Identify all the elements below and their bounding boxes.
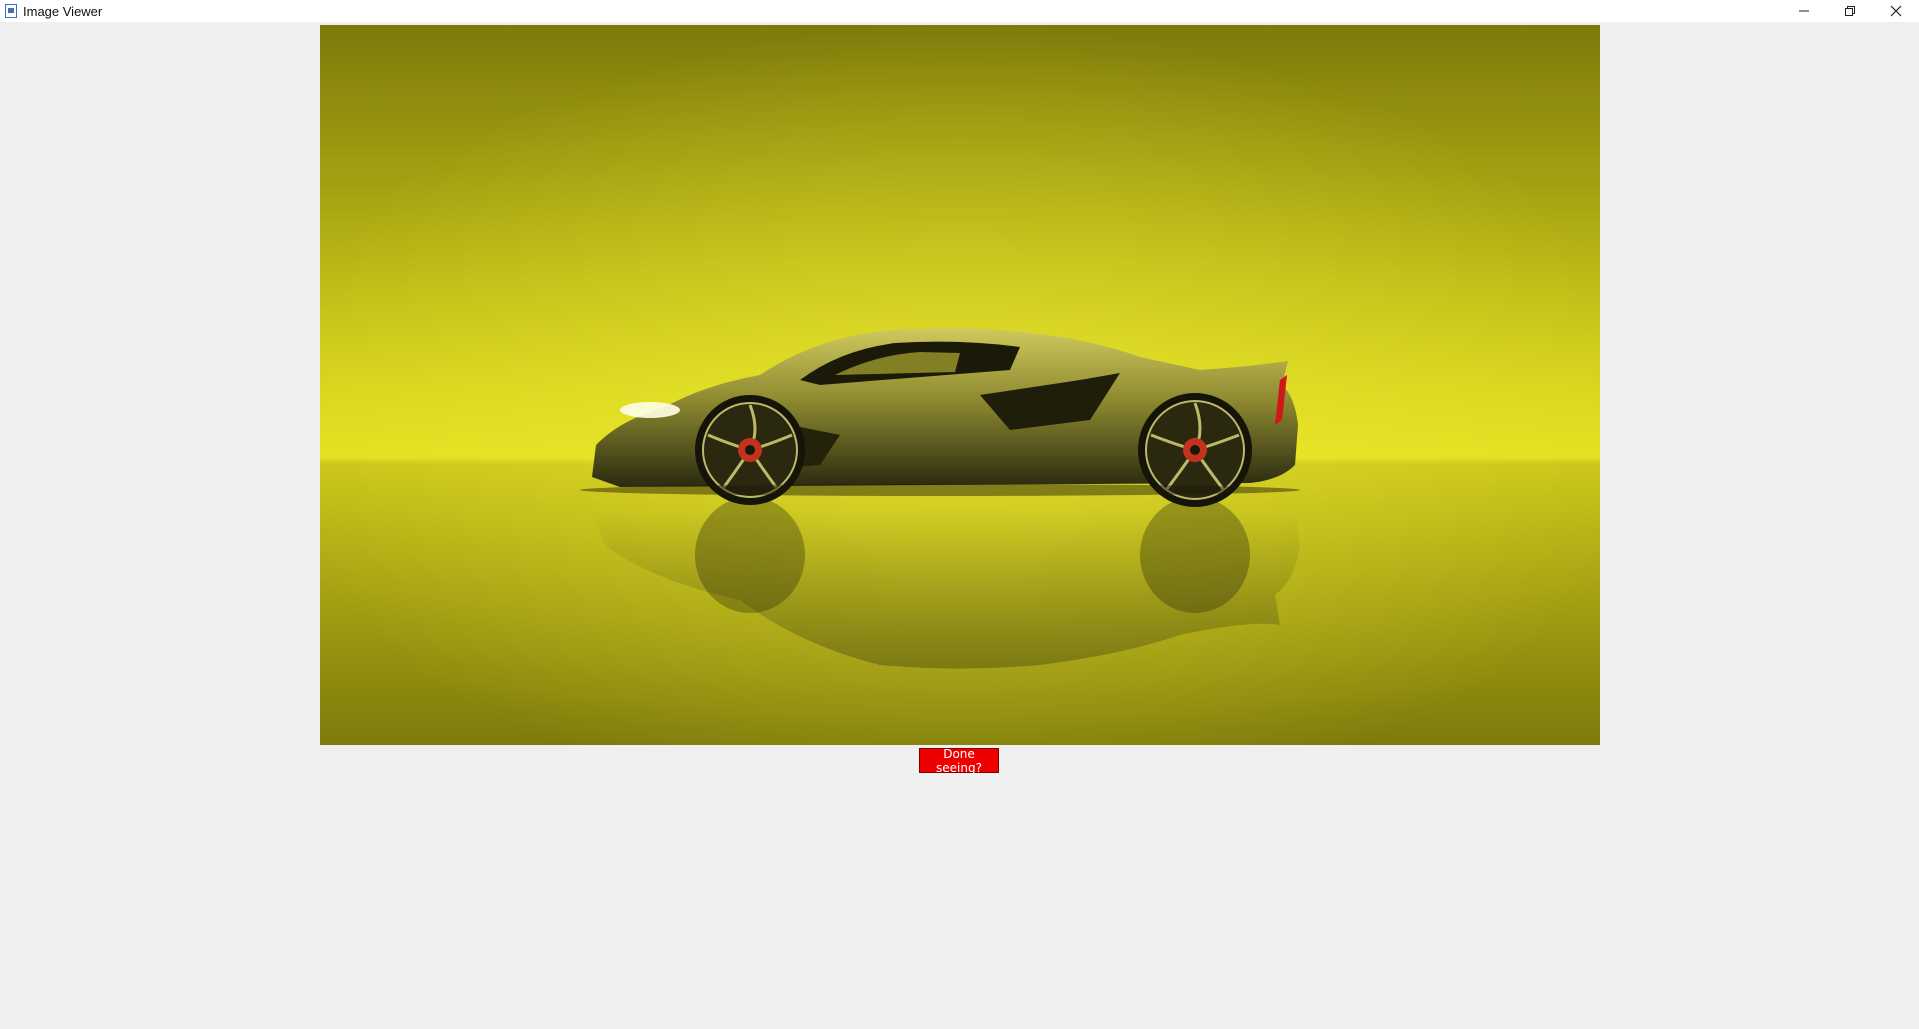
done-seeing-button[interactable]: Done seeing?	[919, 747, 999, 775]
window-controls	[1781, 0, 1919, 22]
displayed-image	[320, 25, 1600, 745]
minimize-icon[interactable]	[1781, 0, 1827, 22]
image-viewer-window: Image Viewer Done seeing?	[0, 0, 1919, 1029]
app-icon	[5, 4, 17, 18]
window-title: Image Viewer	[23, 3, 103, 19]
restore-icon[interactable]	[1827, 0, 1873, 22]
title-bar[interactable]: Image Viewer	[0, 0, 1919, 22]
car-photo	[320, 25, 1600, 745]
close-icon[interactable]	[1873, 0, 1919, 22]
